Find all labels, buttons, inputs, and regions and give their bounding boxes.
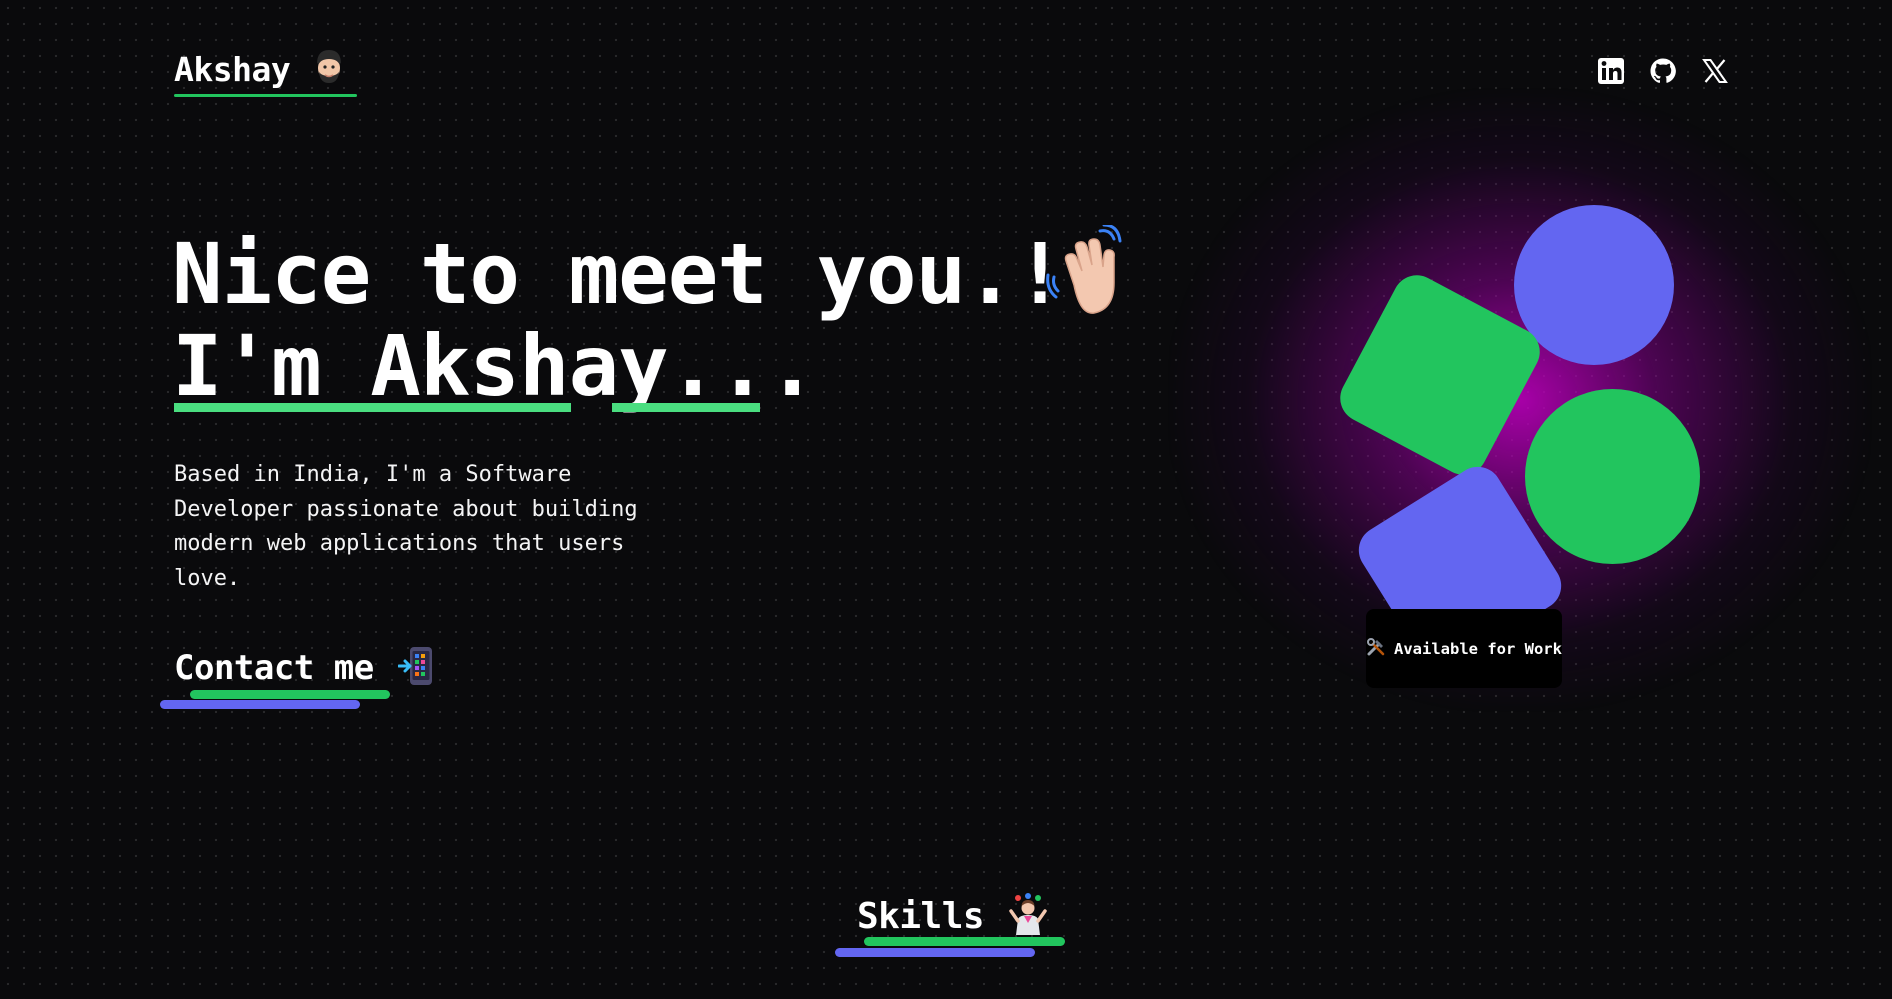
green-circle-shape — [1525, 389, 1700, 564]
hammer-wrench-icon — [1366, 637, 1386, 661]
portfolio-page: Akshay Nice to meet you.! I'm Akshay... … — [0, 0, 1892, 999]
title-underline-2 — [612, 403, 760, 412]
contact-me-button[interactable]: Contact me — [174, 646, 438, 690]
github-icon[interactable] — [1649, 57, 1677, 85]
skills-underline-green — [864, 937, 1065, 946]
title-underline-1 — [174, 403, 571, 412]
skills-title: Skills — [857, 895, 985, 937]
mobile-phone-arrow-icon — [397, 646, 438, 690]
hero-title-line2: I'm Akshay... — [172, 317, 817, 415]
linkedin-icon[interactable] — [1597, 57, 1625, 85]
juggling-person-icon — [1008, 893, 1048, 939]
logo-link[interactable]: Akshay — [174, 48, 357, 97]
waving-hand-icon — [1046, 223, 1142, 325]
contact-me-label: Contact me — [174, 648, 374, 688]
badge-label: Available for Work — [1394, 639, 1562, 658]
contact-underline-green — [190, 690, 390, 699]
logo-text: Akshay — [174, 49, 291, 89]
hero-title: Nice to meet you.! I'm Akshay... — [172, 225, 1065, 415]
social-links — [1597, 57, 1729, 85]
x-twitter-icon[interactable] — [1701, 57, 1729, 85]
hero-title-line1: Nice to meet you.! — [172, 225, 1065, 323]
skills-underline-blue — [835, 948, 1035, 957]
blue-circle-shape — [1514, 205, 1674, 365]
contact-underline-blue — [160, 700, 360, 709]
available-for-work-badge: Available for Work — [1366, 609, 1562, 688]
man-face-icon — [312, 48, 346, 90]
logo-underline — [174, 94, 357, 97]
skills-heading: Skills — [857, 893, 1048, 939]
intro-text: Based in India, I'm a Software Developer… — [174, 462, 638, 591]
